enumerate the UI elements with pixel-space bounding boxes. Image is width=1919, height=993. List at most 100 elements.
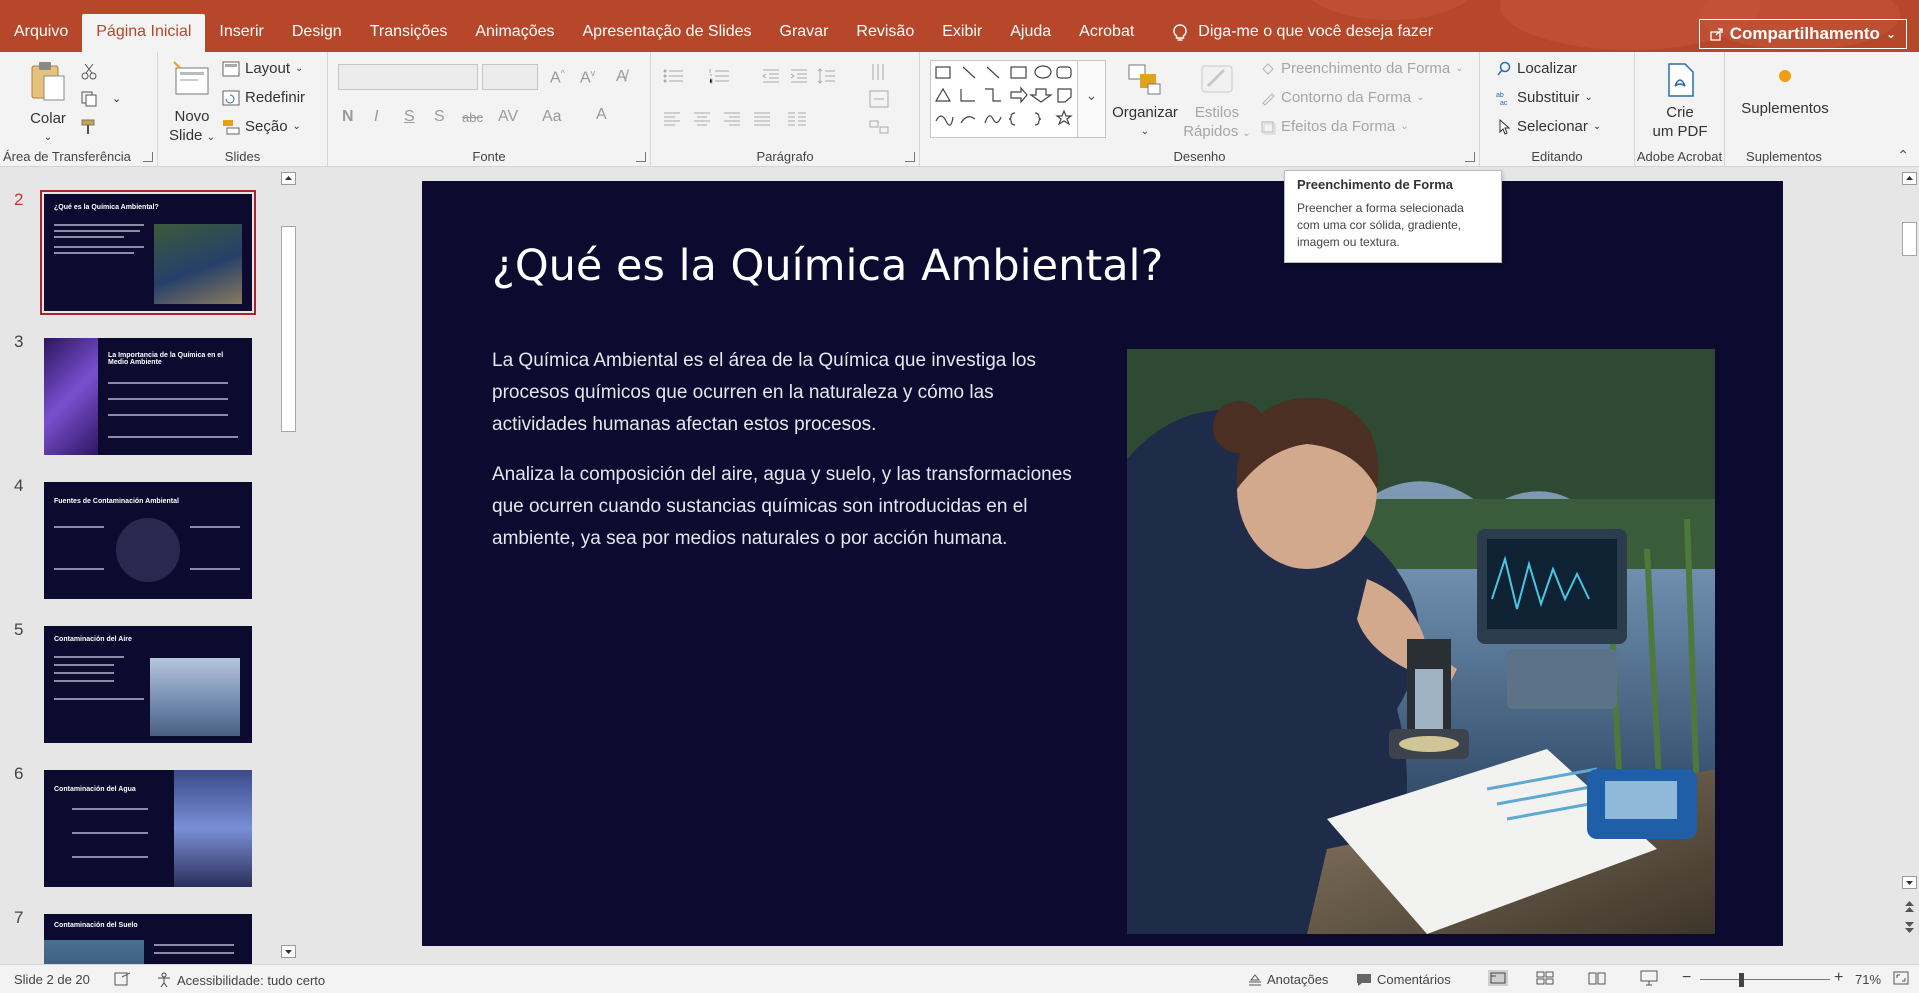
tab-revisao[interactable]: Revisão [842,14,928,52]
increase-indent-icon[interactable] [789,68,809,84]
section-button[interactable]: Seção ⌄ [222,118,301,135]
text-direction-icon[interactable] [869,62,889,82]
tab-design[interactable]: Design [278,14,356,52]
scroll-down-icon[interactable] [1902,876,1917,889]
shape-fill-button[interactable]: Preenchimento da Forma ⌄ [1260,60,1464,77]
format-painter-icon[interactable] [80,118,98,136]
thumbnail-scrollbar[interactable] [279,168,298,964]
collapse-ribbon-icon[interactable]: ⌃ [1897,147,1909,164]
quick-styles-button[interactable]: Estilos Rápidos ⌄ [1182,62,1252,143]
shapes-gallery[interactable] [930,60,1078,138]
bullets-icon[interactable] [663,68,685,84]
zoom-in-icon[interactable]: + [1834,969,1843,987]
scroll-thumb[interactable] [1902,222,1917,256]
copy-icon[interactable] [80,90,98,108]
thumbnail-slide-7[interactable]: Contaminación del Suelo [44,914,252,964]
tab-pagina-inicial[interactable]: Página Inicial [82,14,206,52]
slide-counter[interactable]: Slide 2 de 20 [14,972,90,987]
change-case-icon[interactable]: Aa [542,108,562,126]
thumbnail-slide-6[interactable]: Contaminación del Agua [44,770,252,887]
shape-outline-button[interactable]: Contorno da Forma ⌄ [1260,89,1424,106]
new-slide-button[interactable]: Novo Slide ⌄ [168,60,216,147]
thumbnail-slide-2[interactable]: ¿Qué es la Química Ambiental? [40,190,256,315]
slide-title[interactable]: ¿Qué es la Química Ambiental? [492,241,1163,291]
clear-formatting-icon[interactable]: A̸ [616,68,627,86]
font-launcher-icon[interactable] [636,152,646,162]
normal-view-icon[interactable] [1488,970,1508,986]
align-right-icon[interactable] [723,112,741,126]
slide-photo[interactable] [1127,349,1715,934]
numbering-icon[interactable] [709,68,731,84]
slide-scrollbar[interactable] [1899,168,1919,964]
scroll-up-icon[interactable] [1902,172,1917,185]
decrease-indent-icon[interactable] [761,68,781,84]
strikethrough-icon[interactable]: abc [462,110,483,125]
paste-button[interactable]: Colar ⌄ [26,60,70,147]
layout-button[interactable]: Layout ⌄ [222,60,303,77]
accessibility-status[interactable]: Acessibilidade: tudo certo [156,972,325,988]
tab-gravar[interactable]: Gravar [766,14,843,52]
thumbnail-slide-3[interactable]: La Importancia de la Química en el Medio… [44,338,252,455]
font-color-icon[interactable]: A [596,106,607,124]
reset-button[interactable]: Redefinir [222,89,305,106]
select-button[interactable]: Selecionar ⌄ [1496,118,1601,135]
copy-dropdown-icon[interactable]: ⌄ [112,92,121,105]
font-family-combo[interactable] [338,64,478,90]
shadow-icon[interactable]: S [434,108,445,126]
cut-icon[interactable] [80,62,98,80]
shape-effects-button[interactable]: Efeitos da Forma ⌄ [1260,118,1409,135]
tab-apresentacao[interactable]: Apresentação de Slides [569,14,766,52]
find-button[interactable]: Localizar [1496,60,1577,77]
scroll-thumb[interactable] [281,226,296,432]
italic-icon[interactable]: I [374,108,378,126]
character-spacing-icon[interactable]: AV [498,108,518,126]
clipboard-launcher-icon[interactable] [143,152,153,162]
fit-to-window-icon[interactable] [1893,971,1909,985]
line-spacing-icon[interactable] [817,68,837,84]
addins-button[interactable]: Suplementos [1733,66,1837,118]
zoom-out-icon[interactable]: − [1682,969,1691,987]
tell-me-search[interactable]: Diga-me o que você deseja fazer [1148,14,1447,52]
align-left-icon[interactable] [663,112,681,126]
slide-sorter-icon[interactable] [1536,971,1554,985]
thumbnail-slide-4[interactable]: Fuentes de Contaminación Ambiental [44,482,252,599]
tab-ajuda[interactable]: Ajuda [996,14,1065,52]
tab-inserir[interactable]: Inserir [205,14,277,52]
zoom-slider-thumb[interactable] [1739,973,1744,987]
previous-slide-icon[interactable] [1902,898,1917,914]
scroll-down-icon[interactable] [281,945,296,958]
slide-show-icon[interactable] [1640,970,1658,986]
reading-view-icon[interactable] [1588,971,1606,985]
slide-paragraph-1[interactable]: La Química Ambiental es el área de la Qu… [492,345,1072,441]
replace-button[interactable]: ab ac Substituir ⌄ [1496,89,1593,106]
justify-icon[interactable] [753,112,771,126]
shrink-font-icon[interactable]: Av [580,68,595,87]
thumbnail-slide-5[interactable]: Contaminación del Aire [44,626,252,743]
scroll-up-icon[interactable] [281,172,296,185]
zoom-slider[interactable] [1700,979,1830,980]
share-button[interactable]: Compartilhamento ⌄ [1698,19,1907,49]
tab-animacoes[interactable]: Animações [461,14,568,52]
drawing-launcher-icon[interactable] [1465,152,1475,162]
align-text-icon[interactable] [869,90,889,108]
create-pdf-button[interactable]: Crie um PDF [1645,62,1715,141]
tab-acrobat[interactable]: Acrobat [1065,14,1148,52]
next-slide-icon[interactable] [1902,920,1917,936]
bold-icon[interactable]: N [342,108,354,126]
paragraph-launcher-icon[interactable] [905,152,915,162]
slide-paragraph-2[interactable]: Analiza la composición del aire, agua y … [492,459,1072,555]
zoom-level[interactable]: 71% [1855,972,1881,987]
arrange-button[interactable]: Organizar ⌄ [1110,62,1180,141]
tab-transicoes[interactable]: Transições [356,14,462,52]
notes-button[interactable]: Anotações [1248,972,1328,987]
tab-arquivo[interactable]: Arquivo [0,14,82,52]
comments-button[interactable]: Comentários [1356,972,1451,987]
shapes-gallery-more[interactable]: ⌄ [1078,60,1106,138]
convert-smartart-icon[interactable] [869,118,889,136]
spell-check-icon[interactable] [114,971,132,987]
font-size-combo[interactable] [482,64,538,90]
current-slide[interactable]: ¿Qué es la Química Ambiental? La Química… [422,181,1783,946]
underline-icon[interactable]: S [404,108,415,126]
tab-exibir[interactable]: Exibir [928,14,996,52]
columns-icon[interactable] [787,112,807,126]
